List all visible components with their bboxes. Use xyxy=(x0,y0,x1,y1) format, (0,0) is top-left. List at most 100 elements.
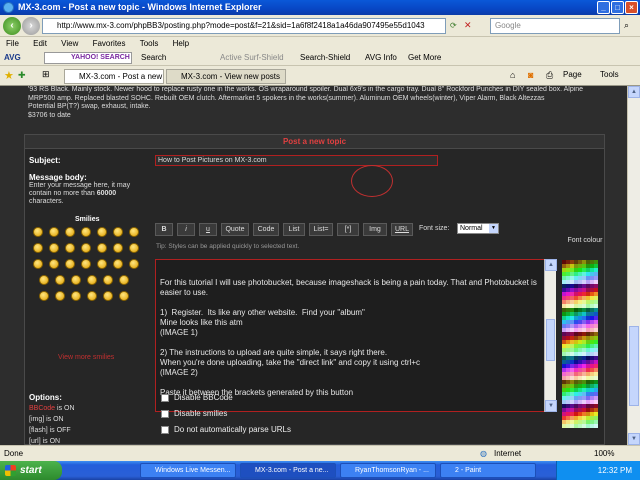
smiley-icon[interactable] xyxy=(33,243,43,253)
maximize-icon[interactable]: □ xyxy=(611,1,624,14)
menu-help[interactable]: Help xyxy=(173,39,189,48)
task-paint[interactable]: 2 - Paint xyxy=(440,463,536,478)
smiley-icon[interactable] xyxy=(119,275,129,285)
scroll-up-icon[interactable]: ▲ xyxy=(545,259,557,271)
quote-button[interactable]: Quote xyxy=(221,223,249,236)
avg-info-button[interactable]: AVG Info xyxy=(365,50,397,66)
list-button[interactable]: List xyxy=(283,223,305,236)
smiley-icon[interactable] xyxy=(113,243,123,253)
smiley-icon[interactable] xyxy=(129,243,139,253)
smiley-icon[interactable] xyxy=(113,259,123,269)
page-scroll-down-icon[interactable]: ▼ xyxy=(628,433,640,445)
page-menu[interactable]: Page xyxy=(563,70,582,79)
img-button[interactable]: Img xyxy=(363,223,387,236)
task-profile[interactable]: RyanThomsonRyan - ... xyxy=(340,463,436,478)
smiley-icon[interactable] xyxy=(49,243,59,253)
list-item-button[interactable]: [*] xyxy=(337,223,359,236)
get-more-button[interactable]: Get More xyxy=(408,50,441,66)
no-parse-urls-checkbox[interactable] xyxy=(161,426,169,434)
smiley-icon[interactable] xyxy=(81,259,91,269)
yahoo-search-input[interactable]: YAHOO! SEARCH xyxy=(44,52,132,64)
print-icon[interactable]: ⎙ xyxy=(546,70,553,81)
list-ordered-button[interactable]: List= xyxy=(309,223,333,236)
tools-menu[interactable]: Tools xyxy=(600,70,619,79)
tab-post-new-topic[interactable]: MX-3.com - Post a new to... xyxy=(64,69,164,84)
smiley-icon[interactable] xyxy=(49,259,59,269)
subject-input[interactable]: How to Post Pictures on MX-3.com xyxy=(155,155,438,166)
italic-button[interactable]: i xyxy=(177,223,195,236)
smiley-icon[interactable] xyxy=(33,227,43,237)
add-favorites-icon[interactable]: ✚ xyxy=(18,70,26,81)
smiley-icon[interactable] xyxy=(65,243,75,253)
scroll-thumb[interactable] xyxy=(546,319,555,361)
smiley-icon[interactable] xyxy=(103,291,113,301)
feeds-icon[interactable]: ◙ xyxy=(528,70,533,80)
scroll-down-icon[interactable]: ▼ xyxy=(545,400,557,412)
smiley-icon[interactable] xyxy=(81,243,91,253)
smiley-icon[interactable] xyxy=(97,243,107,253)
tab-view-new-posts[interactable]: MX-3.com - View new posts xyxy=(166,69,286,84)
menu-edit[interactable]: Edit xyxy=(33,39,47,48)
smiley-icon[interactable] xyxy=(65,259,75,269)
minimize-icon[interactable]: _ xyxy=(597,1,610,14)
smiley-icon[interactable] xyxy=(55,291,65,301)
font-size-select[interactable]: Normal ▼ xyxy=(457,223,499,234)
smiley-icon[interactable] xyxy=(87,291,97,301)
start-button[interactable]: start xyxy=(0,461,62,480)
smiley-icon[interactable] xyxy=(49,227,59,237)
smiley-icon[interactable] xyxy=(103,275,113,285)
back-icon[interactable]: ‹ xyxy=(3,17,21,35)
menu-favorites[interactable]: Favorites xyxy=(93,39,126,48)
tab-list-icon[interactable]: ⊞ xyxy=(42,69,50,80)
smiley-icon[interactable] xyxy=(81,227,91,237)
stop-icon[interactable]: ✕ xyxy=(464,20,472,31)
smiley-icon[interactable] xyxy=(87,275,97,285)
colour-palette[interactable] xyxy=(562,260,600,428)
search-input[interactable]: Google xyxy=(490,18,620,34)
code-button[interactable]: Code xyxy=(253,223,279,236)
bold-button[interactable]: B xyxy=(155,223,173,236)
message-textarea[interactable]: For this tutorial I will use photobucket… xyxy=(155,259,556,412)
address-bar[interactable]: http://www.mx-3.com/phpBB3/posting.php?m… xyxy=(42,18,446,34)
menu-tools[interactable]: Tools xyxy=(140,39,159,48)
close-icon[interactable]: × xyxy=(625,1,638,14)
colour-swatch[interactable] xyxy=(594,424,598,428)
smiley-icon[interactable] xyxy=(71,291,81,301)
disable-smilies-checkbox[interactable] xyxy=(161,410,169,418)
smiley-icon[interactable] xyxy=(119,291,129,301)
smiley-icon[interactable] xyxy=(113,227,123,237)
active-surf-shield-button[interactable]: Active Surf-Shield xyxy=(220,50,284,66)
view-more-smilies-link[interactable]: View more smilies xyxy=(58,354,114,361)
task-ie-post[interactable]: MX-3.com - Post a ne... xyxy=(240,463,336,478)
disable-bbcode-checkbox[interactable] xyxy=(161,394,169,402)
url-button[interactable]: URL xyxy=(391,223,413,236)
smiley-icon[interactable] xyxy=(39,275,49,285)
smiley-icon[interactable] xyxy=(39,291,49,301)
page-scroll-up-icon[interactable]: ▲ xyxy=(628,86,640,98)
task-messenger[interactable]: Windows Live Messen... xyxy=(140,463,236,478)
user-signature: '93 RS Black. Mainly stock. Newer hood t… xyxy=(28,86,584,119)
home-icon[interactable]: ⌂ xyxy=(510,70,515,80)
smiley-icon[interactable] xyxy=(55,275,65,285)
smiley-icon[interactable] xyxy=(97,259,107,269)
refresh-icon[interactable]: ⟳ xyxy=(450,21,457,30)
menu-file[interactable]: File xyxy=(6,39,19,48)
smiley-icon[interactable] xyxy=(129,227,139,237)
message-scrollbar[interactable]: ▲ ▼ xyxy=(544,259,557,412)
forward-icon[interactable]: › xyxy=(22,17,40,35)
smiley-icon[interactable] xyxy=(71,275,81,285)
avg-logo[interactable]: AVG xyxy=(4,50,21,66)
menu-view[interactable]: View xyxy=(61,39,78,48)
smiley-icon[interactable] xyxy=(129,259,139,269)
search-icon[interactable]: ⌕ xyxy=(624,20,629,31)
zoom-level[interactable]: 100% xyxy=(594,446,614,461)
search-shield-button[interactable]: Search-Shield xyxy=(300,50,350,66)
page-scrollbar[interactable]: ▲ ▼ xyxy=(627,86,640,445)
smiley-icon[interactable] xyxy=(33,259,43,269)
smiley-icon[interactable] xyxy=(97,227,107,237)
smiley-icon[interactable] xyxy=(65,227,75,237)
favorites-star-icon[interactable]: ★ xyxy=(4,69,14,82)
underline-button[interactable]: u xyxy=(199,223,217,236)
toolbar-search-button[interactable]: Search xyxy=(141,50,166,66)
page-scroll-thumb[interactable] xyxy=(629,326,639,406)
